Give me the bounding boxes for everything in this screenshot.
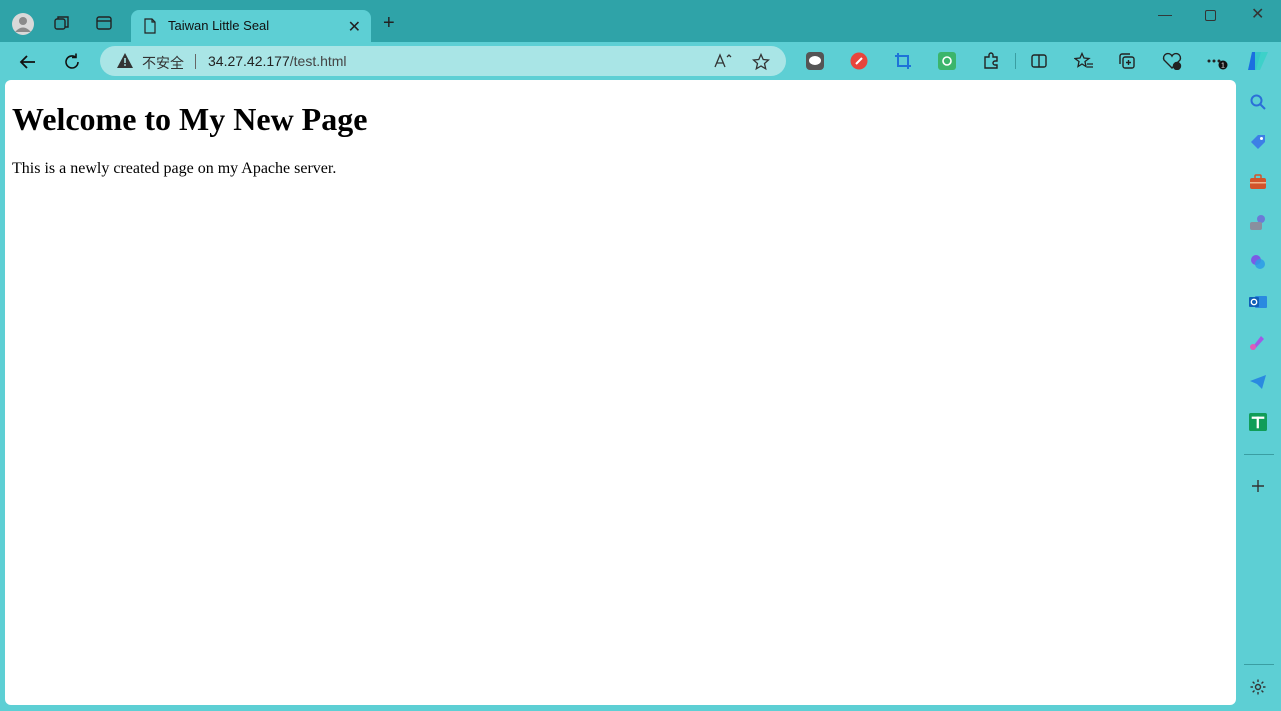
minimize-button[interactable]: — xyxy=(1158,6,1172,22)
games-icon[interactable] xyxy=(1249,213,1267,231)
crop-extension-icon[interactable] xyxy=(894,52,912,70)
green-extension-icon[interactable] xyxy=(938,52,956,70)
settings-icon[interactable] xyxy=(1249,678,1267,696)
address-divider xyxy=(195,54,196,69)
page-icon xyxy=(143,18,157,39)
svg-text:1: 1 xyxy=(1221,63,1225,70)
shopping-tag-icon[interactable] xyxy=(1249,133,1267,151)
workspaces-icon[interactable] xyxy=(53,14,71,32)
add-icon[interactable] xyxy=(1249,477,1267,495)
favorite-star-icon[interactable] xyxy=(751,52,771,76)
sidebar-divider xyxy=(1244,454,1274,455)
toolbox-icon[interactable] xyxy=(1249,173,1267,191)
toolbar: 不安全 34.27.42.177/test.html 1 xyxy=(0,42,1281,80)
split-screen-icon[interactable] xyxy=(1030,52,1048,70)
url-host: 34.27.42.177 xyxy=(208,53,290,69)
copilot-sidebar-icon[interactable] xyxy=(1249,253,1267,271)
extensions-puzzle-icon[interactable] xyxy=(982,52,1000,70)
active-tab[interactable]: Taiwan Little Seal ✕ xyxy=(131,10,371,42)
url-text[interactable]: 34.27.42.177/test.html xyxy=(208,53,347,69)
address-bar[interactable]: 不安全 34.27.42.177/test.html xyxy=(100,46,786,76)
profile-icon[interactable] xyxy=(12,13,34,35)
telegram-icon[interactable] xyxy=(1249,373,1267,391)
maximize-button[interactable] xyxy=(1205,8,1216,24)
page-content: Welcome to My New Page This is a newly c… xyxy=(5,80,1236,705)
title-bar: Taiwan Little Seal ✕ + — ✕ xyxy=(0,0,1281,42)
red-extension-icon[interactable] xyxy=(850,52,868,70)
close-tab-icon[interactable]: ✕ xyxy=(348,17,361,37)
security-label[interactable]: 不安全 xyxy=(142,53,184,73)
sidebar-divider-bottom xyxy=(1244,664,1274,665)
search-icon[interactable] xyxy=(1249,93,1267,111)
toolbar-divider xyxy=(1015,53,1016,69)
url-path: /test.html xyxy=(289,53,347,69)
collections-icon[interactable] xyxy=(1118,52,1136,70)
tab-title: Taiwan Little Seal xyxy=(168,18,270,33)
sheets-icon[interactable] xyxy=(1249,413,1267,431)
more-options-icon[interactable]: 1 xyxy=(1206,52,1228,70)
back-icon[interactable] xyxy=(17,51,39,73)
refresh-icon[interactable] xyxy=(61,51,83,73)
copilot-icon[interactable] xyxy=(1246,49,1270,73)
new-tab-button[interactable]: + xyxy=(383,13,395,33)
outlook-icon[interactable] xyxy=(1249,293,1267,311)
favorites-icon[interactable] xyxy=(1073,51,1093,70)
line-extension-icon[interactable] xyxy=(806,52,824,70)
page-heading: Welcome to My New Page xyxy=(12,101,368,137)
close-window-button[interactable]: ✕ xyxy=(1251,4,1264,24)
page-paragraph: This is a newly created page on my Apach… xyxy=(12,160,337,177)
tab-actions-icon[interactable] xyxy=(95,14,113,32)
designer-icon[interactable] xyxy=(1249,333,1267,351)
warning-icon[interactable] xyxy=(117,53,133,73)
right-sidebar xyxy=(1238,80,1281,711)
browser-essentials-icon[interactable] xyxy=(1162,52,1182,71)
read-aloud-icon[interactable] xyxy=(713,53,733,74)
